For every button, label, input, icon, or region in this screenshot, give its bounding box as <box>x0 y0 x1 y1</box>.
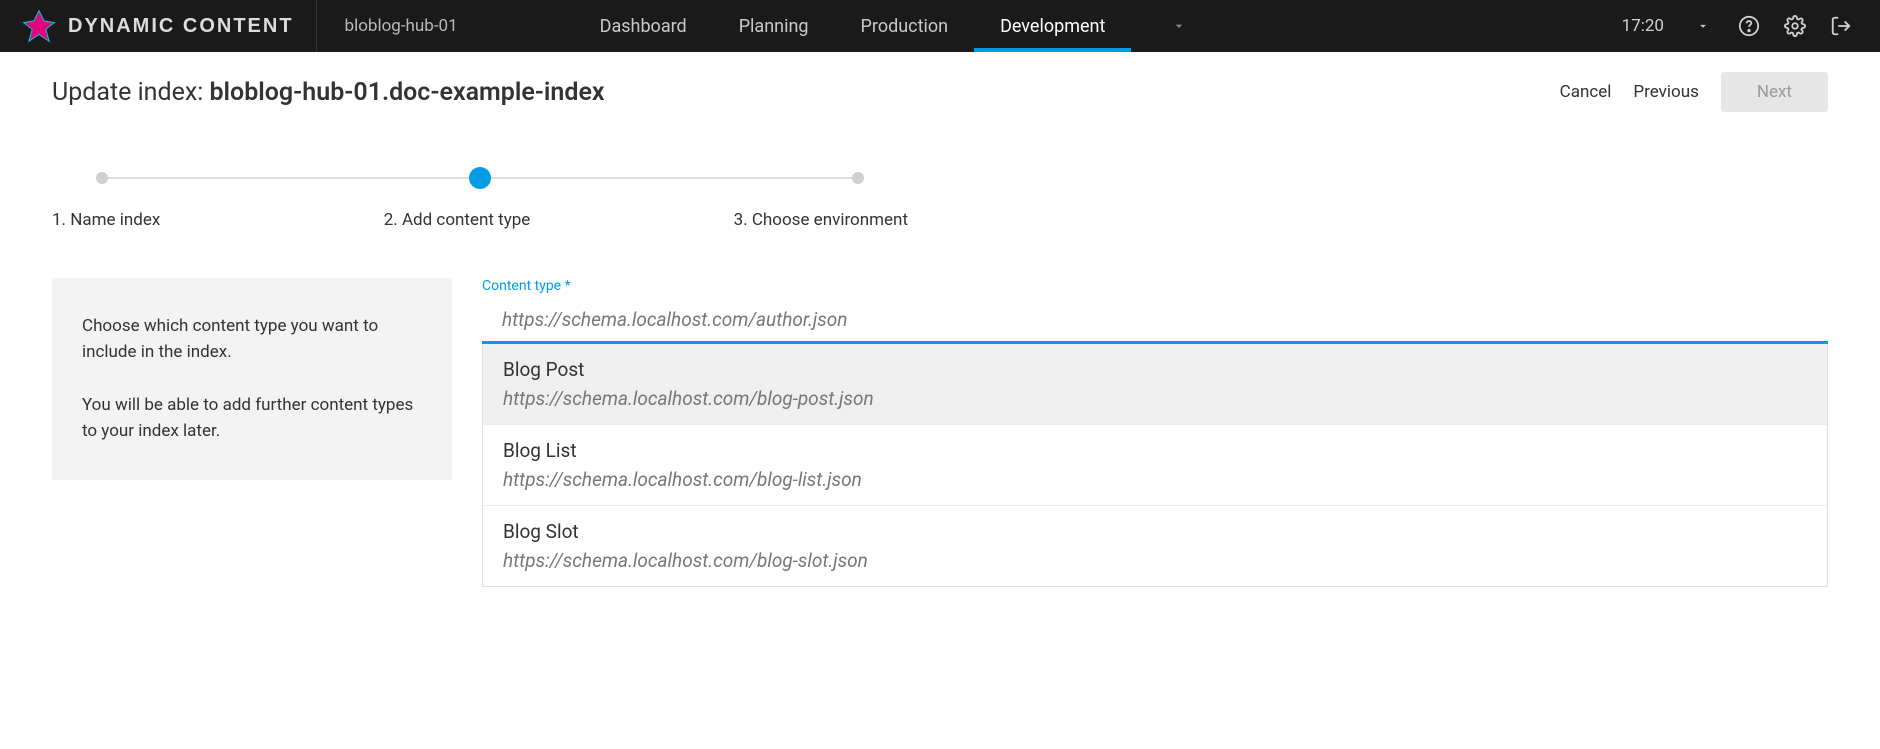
previous-button[interactable]: Previous <box>1633 82 1698 102</box>
dropdown-option-blog-list[interactable]: Blog List https://schema.localhost.com/b… <box>483 424 1827 505</box>
help-panel: Choose which content type you want to in… <box>52 278 452 480</box>
brand-logo-icon <box>22 9 56 43</box>
nav-dropdown-icon[interactable] <box>1171 0 1187 52</box>
step-dot-1[interactable] <box>96 172 108 184</box>
clock-text: 17:20 <box>1622 16 1664 36</box>
dropdown-option-blog-post[interactable]: Blog Post https://schema.localhost.com/b… <box>483 344 1827 424</box>
main-nav: Dashboard Planning Production Developmen… <box>574 0 1188 52</box>
content-type-label: Content type * <box>482 278 1828 294</box>
step-dot-3[interactable] <box>852 172 864 184</box>
nav-production[interactable]: Production <box>835 0 975 52</box>
wizard-stepper: 1. Name index 2. Add content type 3. Cho… <box>0 112 960 230</box>
topbar-right: 17:20 <box>1622 0 1880 52</box>
page-actions: Cancel Previous Next <box>1560 72 1828 112</box>
nav-planning[interactable]: Planning <box>713 0 835 52</box>
step-dot-2[interactable] <box>469 167 491 189</box>
option-title: Blog Post <box>503 358 1807 381</box>
help-icon[interactable] <box>1738 15 1760 37</box>
page-body: Choose which content type you want to in… <box>0 230 1880 587</box>
step-label-2: 2. Add content type <box>307 210 608 230</box>
option-schema: https://schema.localhost.com/blog-slot.j… <box>503 549 1807 572</box>
field-label-text: Content type <box>482 278 561 294</box>
page-title: Update index: bloblog-hub-01.doc-example… <box>52 78 605 107</box>
sub-header: Update index: bloblog-hub-01.doc-example… <box>0 52 1880 112</box>
top-bar: DYNAMIC CONTENT bloblog-hub-01 Dashboard… <box>0 0 1880 52</box>
option-schema: https://schema.localhost.com/blog-post.j… <box>503 387 1807 410</box>
help-text-1: Choose which content type you want to in… <box>82 314 422 365</box>
content-type-dropdown: Blog Post https://schema.localhost.com/b… <box>482 344 1828 587</box>
nav-dashboard[interactable]: Dashboard <box>574 0 713 52</box>
option-schema: https://schema.localhost.com/blog-list.j… <box>503 468 1807 491</box>
nav-development[interactable]: Development <box>974 0 1131 52</box>
logout-icon[interactable] <box>1830 15 1852 37</box>
dropdown-option-blog-slot[interactable]: Blog Slot https://schema.localhost.com/b… <box>483 505 1827 586</box>
time-dropdown-icon[interactable] <box>1692 15 1714 37</box>
option-title: Blog List <box>503 439 1807 462</box>
next-button[interactable]: Next <box>1721 72 1828 112</box>
required-marker: * <box>565 278 571 294</box>
brand-text: DYNAMIC CONTENT <box>68 15 294 38</box>
time-display: 17:20 <box>1622 15 1714 37</box>
brand: DYNAMIC CONTENT <box>0 0 317 52</box>
page-title-name: bloblog-hub-01.doc-example-index <box>209 78 604 107</box>
content-type-form: Content type * https://schema.localhost.… <box>482 278 1828 587</box>
gear-icon[interactable] <box>1784 15 1806 37</box>
page-title-prefix: Update index: <box>52 78 209 107</box>
content-type-input[interactable]: https://schema.localhost.com/author.json <box>482 298 1828 344</box>
help-text-2: You will be able to add further content … <box>82 393 422 444</box>
step-label-3: 3. Choose environment <box>607 210 908 230</box>
cancel-button[interactable]: Cancel <box>1560 82 1612 102</box>
hub-name: bloblog-hub-01 <box>317 16 486 36</box>
option-title: Blog Slot <box>503 520 1807 543</box>
